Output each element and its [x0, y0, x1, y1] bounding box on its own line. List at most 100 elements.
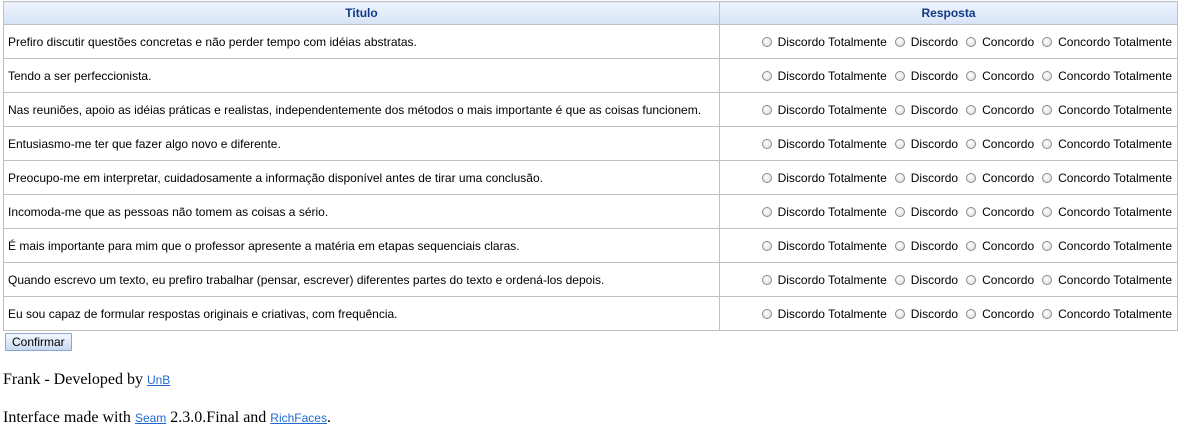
answer-option[interactable]: Concordo Totalmente — [1042, 69, 1172, 83]
radio-button[interactable] — [966, 104, 977, 115]
column-header-resposta: Resposta — [719, 1, 1178, 25]
radio-button[interactable] — [761, 206, 772, 217]
radio-button[interactable] — [1042, 36, 1053, 47]
option-label: Concordo — [982, 34, 1035, 49]
radio-button[interactable] — [761, 36, 772, 47]
table-row: Nas reuniões, apoio as idéias práticas e… — [3, 92, 1178, 127]
survey-table: Titulo Resposta Prefiro discutir questõe… — [3, 1, 1178, 331]
answer-option[interactable]: Concordo — [966, 205, 1034, 219]
answer-option[interactable]: Discordo — [894, 239, 958, 253]
radio-button[interactable] — [761, 240, 772, 251]
answer-option[interactable]: Discordo — [894, 137, 958, 151]
answer-option[interactable]: Concordo — [966, 239, 1034, 253]
answer-option[interactable]: Discordo — [894, 205, 958, 219]
answer-option[interactable]: Concordo Totalmente — [1042, 239, 1172, 253]
answer-option[interactable]: Discordo Totalmente — [761, 35, 887, 49]
answer-option[interactable]: Concordo — [966, 307, 1034, 321]
answer-option[interactable]: Concordo Totalmente — [1042, 103, 1172, 117]
answer-radio-group: Discordo Totalmente Discordo Concordo Conco… — [724, 239, 1173, 253]
seam-link[interactable]: Seam — [135, 411, 166, 425]
radio-button[interactable] — [1042, 308, 1053, 319]
answer-option[interactable]: Discordo Totalmente — [761, 68, 887, 83]
radio-button[interactable] — [966, 240, 977, 251]
option-label: Concordo Totalmente — [1058, 34, 1172, 49]
question-text: Incomoda-me que as pessoas não tomem as … — [3, 194, 720, 229]
table-row: Incomoda-me que as pessoas não tomem as … — [3, 194, 1178, 229]
option-label: Discordo Totalmente — [777, 136, 887, 151]
answer-option[interactable]: Concordo — [966, 103, 1034, 117]
confirm-button[interactable]: Confirmar — [5, 333, 72, 351]
footer-developed-by: Frank - Developed by UnB — [3, 371, 170, 389]
option-label: Discordo — [910, 306, 959, 321]
radio-button[interactable] — [894, 240, 905, 251]
answer-option[interactable]: Discordo Totalmente — [761, 136, 887, 151]
answer-option[interactable]: Discordo — [894, 306, 959, 321]
radio-button[interactable] — [894, 206, 905, 217]
radio-button[interactable] — [894, 70, 905, 81]
answer-option[interactable]: Concordo Totalmente — [1042, 273, 1172, 287]
radio-button[interactable] — [761, 274, 772, 285]
radio-button[interactable] — [894, 104, 905, 115]
radio-button[interactable] — [966, 308, 977, 319]
answer-option[interactable]: Concordo Totalmente — [1042, 307, 1172, 321]
radio-button[interactable] — [966, 36, 977, 47]
radio-button[interactable] — [894, 172, 905, 183]
option-label: Concordo — [982, 272, 1035, 287]
answer-option[interactable]: Discordo Totalmente — [761, 307, 887, 321]
radio-button[interactable] — [1042, 206, 1053, 217]
radio-button[interactable] — [894, 308, 905, 319]
radio-button[interactable] — [761, 138, 772, 149]
radio-button[interactable] — [966, 172, 977, 183]
answer-option[interactable]: Concordo Totalmente — [1042, 205, 1172, 219]
unb-link[interactable]: UnB — [147, 373, 170, 387]
option-label: Concordo Totalmente — [1058, 204, 1172, 219]
footer-interface: Interface made with Seam 2.3.0.Final and… — [3, 409, 331, 427]
radio-button[interactable] — [1042, 240, 1053, 251]
option-label: Discordo Totalmente — [777, 68, 887, 83]
table-row: Entusiasmo-me ter que fazer algo novo e … — [3, 126, 1178, 161]
answer-option[interactable]: Discordo Totalmente — [761, 171, 887, 185]
radio-button[interactable] — [894, 138, 905, 149]
answer-option[interactable]: Discordo — [894, 273, 958, 287]
answer-option[interactable]: Discordo — [894, 171, 958, 185]
answer-option[interactable]: Concordo Totalmente — [1042, 171, 1172, 185]
answer-option[interactable]: Concordo — [966, 35, 1034, 49]
answer-option[interactable]: Concordo — [966, 171, 1034, 185]
answer-option[interactable]: Discordo Totalmente — [761, 205, 887, 219]
option-label: Concordo Totalmente — [1058, 136, 1172, 151]
answer-option[interactable]: Discordo Totalmente — [761, 239, 887, 253]
radio-button[interactable] — [1042, 172, 1053, 183]
answer-cell: Discordo Totalmente Discordo Concordo Conco… — [719, 160, 1178, 195]
radio-button[interactable] — [1042, 104, 1053, 115]
answer-option[interactable]: Concordo — [966, 273, 1034, 287]
answer-option[interactable]: Discordo — [894, 103, 958, 117]
option-label: Concordo Totalmente — [1058, 68, 1172, 83]
answer-option[interactable]: Discordo — [894, 69, 958, 83]
radio-button[interactable] — [966, 70, 977, 81]
radio-button[interactable] — [966, 274, 977, 285]
answer-option[interactable]: Discordo Totalmente — [761, 273, 887, 287]
radio-button[interactable] — [1042, 138, 1053, 149]
radio-button[interactable] — [1042, 70, 1053, 81]
answer-option[interactable]: Discordo Totalmente — [761, 103, 887, 117]
richfaces-link[interactable]: RichFaces — [270, 411, 327, 425]
answer-radio-group: Discordo Totalmente Discordo Concordo Conco… — [724, 171, 1173, 185]
radio-button[interactable] — [761, 104, 772, 115]
answer-option[interactable]: Concordo Totalmente — [1042, 35, 1172, 49]
radio-button[interactable] — [1042, 274, 1053, 285]
table-row: Eu sou capaz de formular respostas origi… — [3, 296, 1178, 331]
option-label: Discordo — [910, 34, 959, 49]
table-row: Preocupo-me em interpretar, cuidadosamen… — [3, 160, 1178, 195]
answer-option[interactable]: Discordo — [894, 34, 959, 49]
question-text: É mais importante para mim que o profess… — [3, 228, 720, 263]
radio-button[interactable] — [761, 308, 772, 319]
answer-option[interactable]: Concordo Totalmente — [1042, 137, 1172, 151]
radio-button[interactable] — [966, 138, 977, 149]
radio-button[interactable] — [966, 206, 977, 217]
answer-option[interactable]: Concordo — [966, 137, 1034, 151]
radio-button[interactable] — [761, 70, 772, 81]
radio-button[interactable] — [894, 36, 905, 47]
radio-button[interactable] — [761, 172, 772, 183]
answer-option[interactable]: Concordo — [966, 69, 1034, 83]
radio-button[interactable] — [894, 274, 905, 285]
